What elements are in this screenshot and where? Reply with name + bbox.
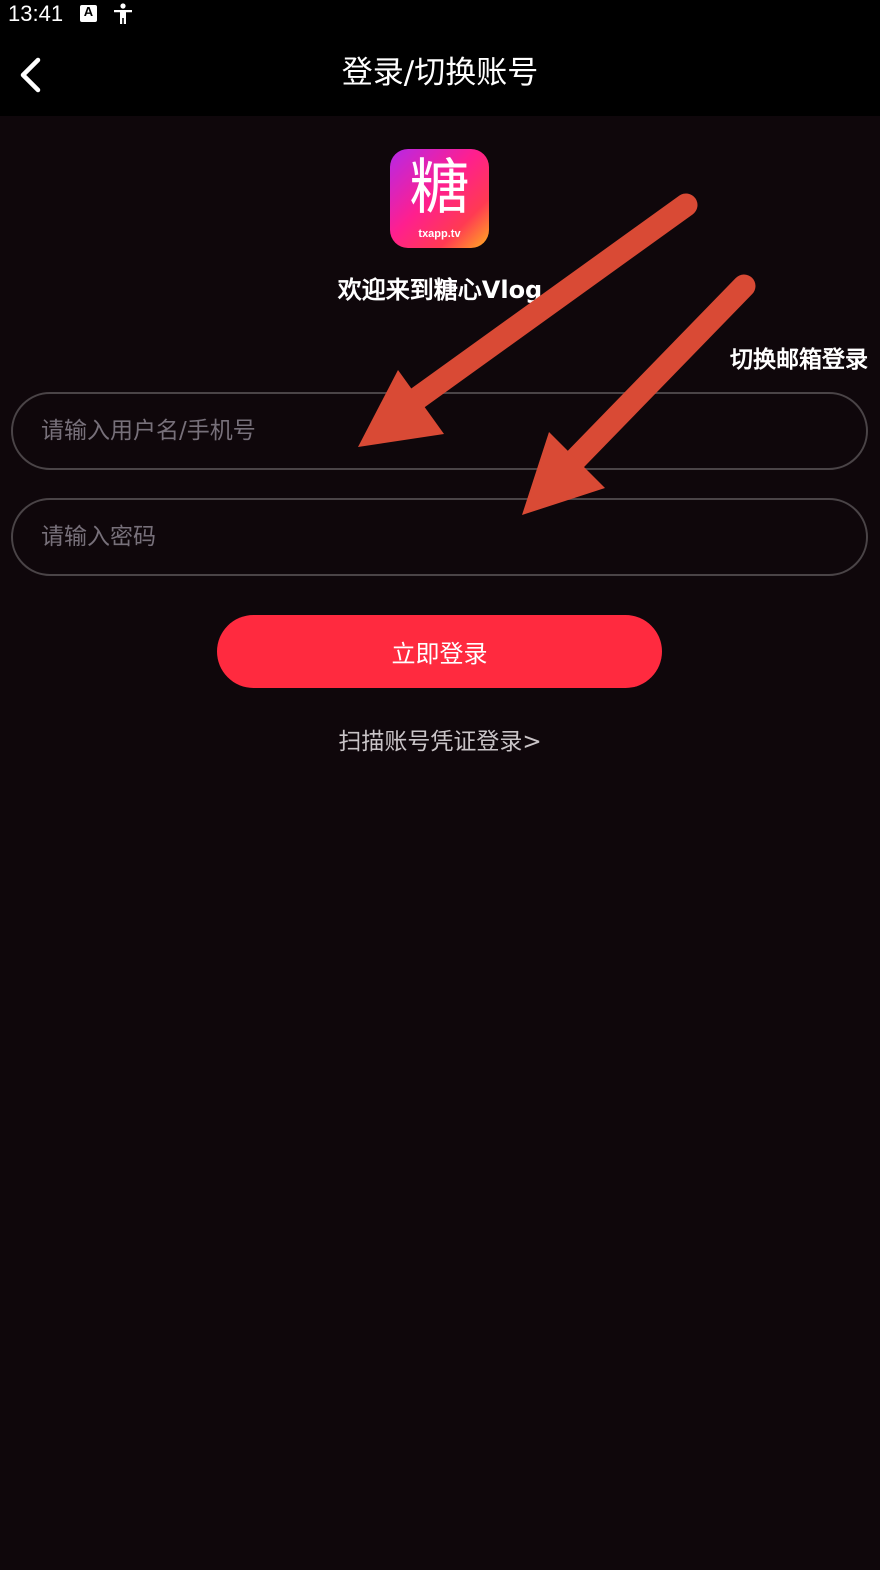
scan-login-row: 扫描账号凭证登录> [0,722,880,756]
chevron-left-icon [20,57,41,93]
app-logo: 糖 txapp.tv [390,149,489,248]
username-input[interactable] [11,392,868,470]
switch-email-login-link[interactable]: 切换邮箱登录 [730,340,868,374]
login-button[interactable]: 立即登录 [217,615,662,688]
top-app-bar: 登录/切换账号 [0,30,880,116]
page-title: 登录/切换账号 [341,55,539,91]
font-a-icon: A [80,4,97,22]
status-bar: 13:41 A [0,0,880,30]
welcome-heading: 欢迎来到糖心Vlog [337,276,543,304]
logo-domain: txapp.tv [418,228,461,240]
status-time: 13:41 [8,1,64,26]
accessibility-icon [114,3,132,24]
logo-glyph: 糖 [409,153,470,223]
scan-credential-login-link[interactable]: 扫描账号凭证登录> [338,729,541,755]
password-input[interactable] [11,498,868,576]
font-a-icon-letter: A [83,4,94,19]
back-button[interactable] [10,50,54,98]
